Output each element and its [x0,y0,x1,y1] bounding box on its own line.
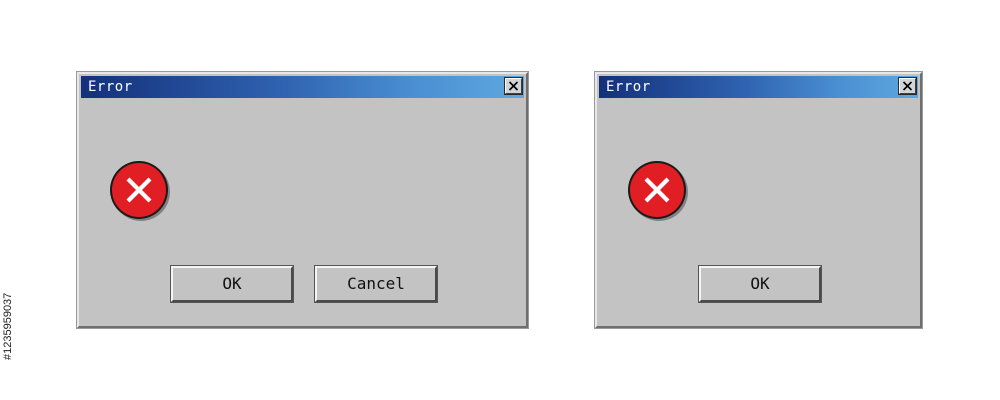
close-button[interactable] [898,77,917,95]
title-bar[interactable]: Error [599,76,918,98]
dialog-title: Error [606,79,651,95]
title-bar[interactable]: Error [81,76,524,98]
error-dialog-ok-cancel: Error OK Cancel [77,72,528,328]
cancel-button[interactable]: Cancel [314,265,438,303]
ok-button[interactable]: OK [170,265,294,303]
side-credit-text: #1235959037 [2,292,14,360]
ok-button[interactable]: OK [698,265,822,303]
error-circle-x-icon [110,161,170,221]
close-button[interactable] [504,77,523,95]
error-circle-x-icon [628,161,688,221]
error-dialog-ok: Error OK [595,72,922,328]
canvas: Error OK Cancel Error OK #1235959037 [0,0,1000,400]
dialog-title: Error [88,79,133,95]
side-credit: #1235959037 [2,210,16,370]
close-x-icon [902,81,913,91]
close-x-icon [508,81,519,91]
